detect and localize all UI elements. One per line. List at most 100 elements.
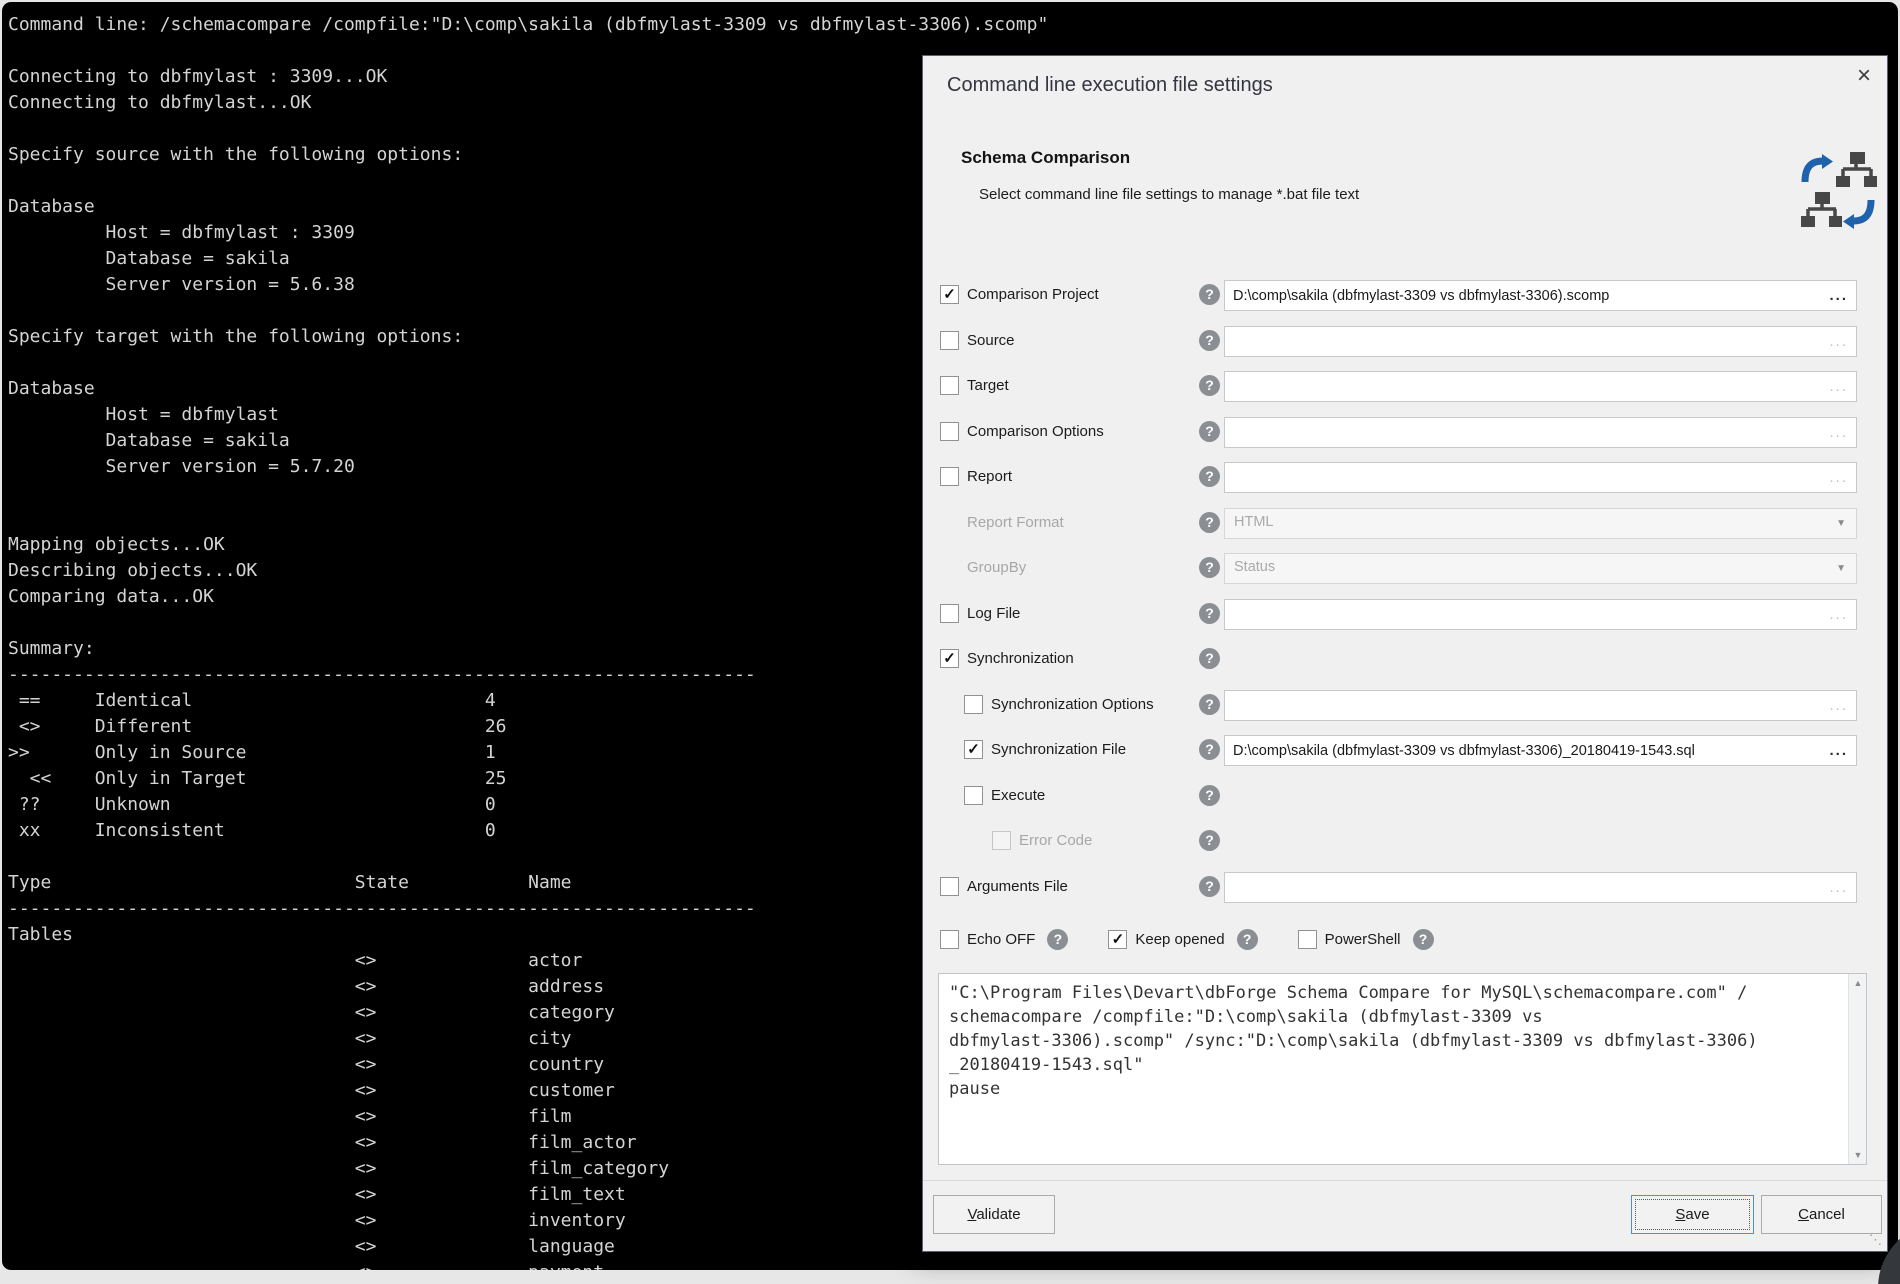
- help-icon[interactable]: ?: [1199, 466, 1220, 487]
- bat-file-text-box[interactable]: "C:\Program Files\Devart\dbForge Schema …: [938, 973, 1867, 1165]
- row-synchronization-file: ✓ Synchronization File ? ...: [923, 728, 1889, 774]
- validate-button[interactable]: Validate: [933, 1195, 1055, 1234]
- command-line-settings-dialog: Command line execution file settings × S…: [922, 55, 1888, 1252]
- report-input[interactable]: [1225, 463, 1856, 492]
- keep-opened-checkbox[interactable]: ✓: [1108, 930, 1127, 949]
- browse-ellipsis-button[interactable]: ...: [1829, 742, 1848, 759]
- help-icon[interactable]: ?: [1199, 375, 1220, 396]
- source-input[interactable]: [1225, 327, 1856, 356]
- footer-divider: [923, 1180, 1887, 1181]
- powershell-label: PowerShell: [1325, 931, 1401, 948]
- browse-ellipsis-button[interactable]: ...: [1829, 424, 1848, 441]
- report-format-value: HTML: [1234, 514, 1273, 530]
- log-file-checkbox[interactable]: [940, 604, 959, 623]
- target-input[interactable]: [1225, 372, 1856, 401]
- row-groupby: GroupBy ? Status ▼: [923, 546, 1889, 592]
- synchronization-file-label: Synchronization File: [991, 741, 1126, 758]
- help-icon[interactable]: ?: [1199, 603, 1220, 624]
- bat-file-text[interactable]: "C:\Program Files\Devart\dbForge Schema …: [939, 974, 1866, 1101]
- row-arguments-file: Arguments File ? ...: [923, 865, 1889, 911]
- browse-ellipsis-button[interactable]: ...: [1829, 469, 1848, 486]
- synchronization-options-input[interactable]: [1225, 691, 1856, 720]
- arguments-file-checkbox[interactable]: [940, 877, 959, 896]
- browse-ellipsis-button[interactable]: ...: [1829, 879, 1848, 896]
- groupby-label: GroupBy: [967, 559, 1026, 576]
- help-icon[interactable]: ?: [1199, 648, 1220, 669]
- synchronization-label: Synchronization: [967, 650, 1074, 667]
- synchronization-checkbox[interactable]: ✓: [940, 649, 959, 668]
- comparison-project-input[interactable]: [1225, 281, 1856, 310]
- comparison-options-checkbox[interactable]: [940, 422, 959, 441]
- groupby-value: Status: [1234, 559, 1275, 575]
- dialog-title: Command line execution file settings: [947, 74, 1273, 97]
- help-icon[interactable]: ?: [1199, 694, 1220, 715]
- comparison-options-input[interactable]: [1225, 418, 1856, 447]
- help-icon[interactable]: ?: [1199, 739, 1220, 760]
- row-report-format: Report Format ? HTML ▼: [923, 501, 1889, 547]
- row-execute: Execute ?: [923, 774, 1889, 820]
- help-icon[interactable]: ?: [1199, 512, 1220, 533]
- comparison-project-label: Comparison Project: [967, 286, 1099, 303]
- help-icon[interactable]: ?: [1199, 421, 1220, 442]
- schema-comparison-heading: Schema Comparison: [961, 148, 1130, 168]
- row-error-code: Error Code ?: [923, 819, 1889, 865]
- row-source: Source ? ...: [923, 319, 1889, 365]
- browse-ellipsis-button[interactable]: ...: [1829, 606, 1848, 623]
- help-icon[interactable]: ?: [1199, 330, 1220, 351]
- target-label: Target: [967, 377, 1009, 394]
- help-icon[interactable]: ?: [1199, 284, 1220, 305]
- dialog-subtitle: Select command line file settings to man…: [979, 186, 1359, 203]
- target-checkbox[interactable]: [940, 376, 959, 395]
- log-file-input[interactable]: [1225, 600, 1856, 629]
- keep-opened-label: Keep opened: [1135, 931, 1224, 948]
- comparison-project-checkbox[interactable]: ✓: [940, 285, 959, 304]
- scroll-up-icon[interactable]: ▲: [1849, 974, 1867, 992]
- row-comparison-project: ✓ Comparison Project ? ...: [923, 273, 1889, 319]
- keep-opened-option: ✓ Keep opened ?: [1108, 929, 1257, 950]
- synchronization-options-label: Synchronization Options: [991, 696, 1154, 713]
- echo-off-option: Echo OFF ?: [940, 929, 1068, 950]
- cancel-button[interactable]: Cancel: [1761, 1195, 1882, 1234]
- powershell-checkbox[interactable]: [1298, 930, 1317, 949]
- arguments-file-input[interactable]: [1225, 873, 1856, 902]
- report-checkbox[interactable]: [940, 467, 959, 486]
- schema-compare-sync-icon: [1799, 152, 1877, 232]
- browse-ellipsis-button[interactable]: ...: [1829, 378, 1848, 395]
- settings-rows: ✓ Comparison Project ? ... Source ? ... …: [923, 273, 1889, 910]
- comparison-options-label: Comparison Options: [967, 423, 1104, 440]
- execute-checkbox[interactable]: [964, 786, 983, 805]
- log-file-label: Log File: [967, 605, 1020, 622]
- help-icon[interactable]: ?: [1199, 830, 1220, 851]
- row-report: Report ? ...: [923, 455, 1889, 501]
- chevron-down-icon: ▼: [1836, 518, 1846, 529]
- browse-ellipsis-button[interactable]: ...: [1829, 333, 1848, 350]
- resize-grip[interactable]: ⋱: [1869, 1232, 1882, 1248]
- groupby-select[interactable]: Status ▼: [1224, 553, 1857, 584]
- row-comparison-options: Comparison Options ? ...: [923, 410, 1889, 456]
- close-icon[interactable]: ×: [1857, 64, 1871, 88]
- browse-ellipsis-button[interactable]: ...: [1829, 287, 1848, 304]
- row-log-file: Log File ? ...: [923, 592, 1889, 638]
- report-format-select[interactable]: HTML ▼: [1224, 508, 1857, 539]
- help-icon[interactable]: ?: [1413, 929, 1434, 950]
- execute-label: Execute: [991, 787, 1045, 804]
- help-icon[interactable]: ?: [1237, 929, 1258, 950]
- help-icon[interactable]: ?: [1047, 929, 1068, 950]
- synchronization-file-checkbox[interactable]: ✓: [964, 740, 983, 759]
- synchronization-file-input[interactable]: [1225, 736, 1856, 765]
- help-icon[interactable]: ?: [1199, 785, 1220, 806]
- browse-ellipsis-button[interactable]: ...: [1829, 697, 1848, 714]
- scrollbar[interactable]: ▲ ▼: [1848, 974, 1866, 1164]
- help-icon[interactable]: ?: [1199, 876, 1220, 897]
- screen: Command line: /schemacompare /compfile:"…: [0, 0, 1900, 1284]
- report-format-label: Report Format: [967, 514, 1064, 531]
- chevron-down-icon: ▼: [1836, 563, 1846, 574]
- echo-off-label: Echo OFF: [967, 931, 1035, 948]
- save-button[interactable]: Save: [1631, 1195, 1754, 1234]
- help-icon[interactable]: ?: [1199, 557, 1220, 578]
- synchronization-options-checkbox[interactable]: [964, 695, 983, 714]
- echo-off-checkbox[interactable]: [940, 930, 959, 949]
- source-checkbox[interactable]: [940, 331, 959, 350]
- scroll-down-icon[interactable]: ▼: [1849, 1146, 1867, 1164]
- row-synchronization-options: Synchronization Options ? ...: [923, 683, 1889, 729]
